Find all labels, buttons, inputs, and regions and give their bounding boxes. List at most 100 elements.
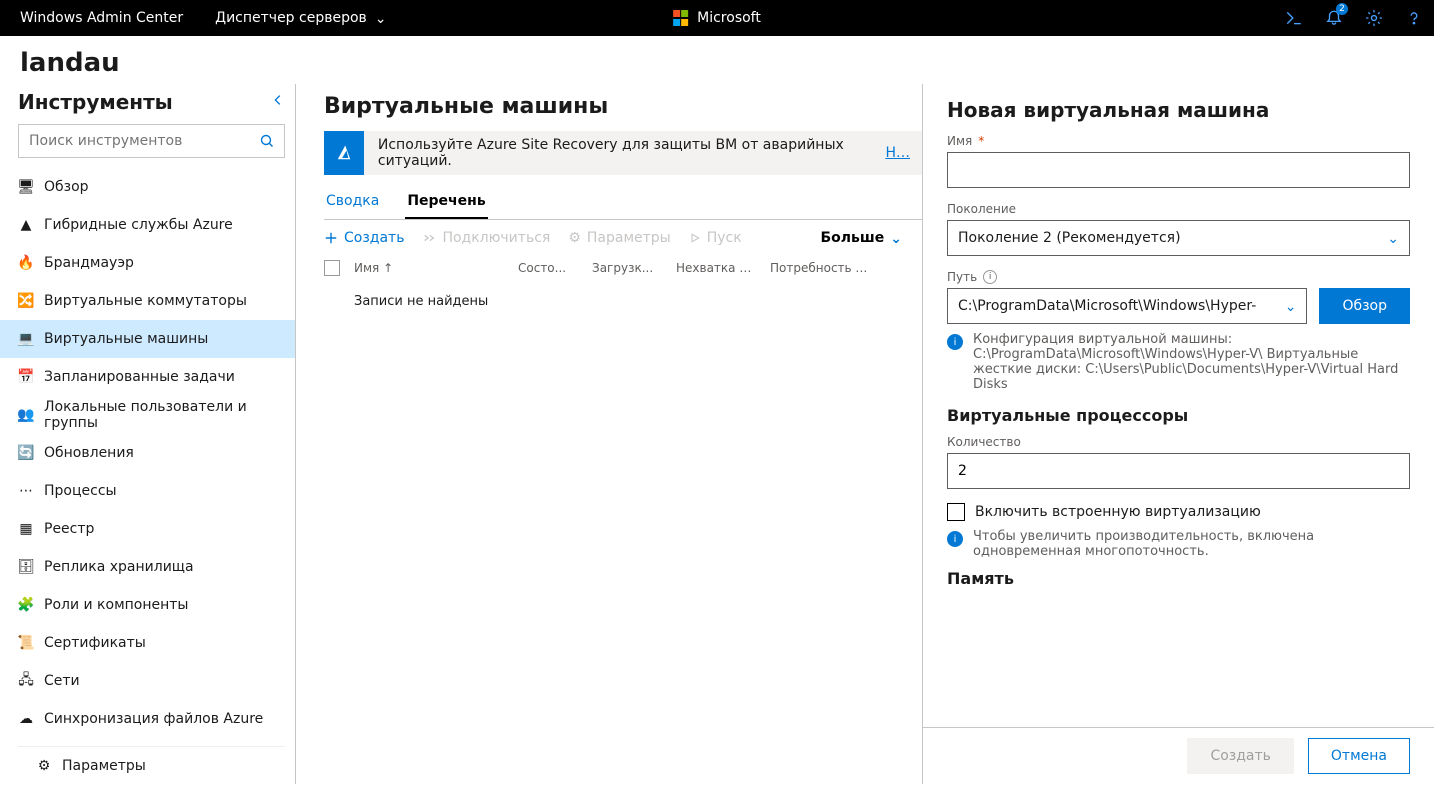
sidebar-item-label: Обновления [44, 445, 134, 461]
azure-icon [324, 131, 364, 175]
new-vm-panel: Новая виртуальная машина Имя* Поколение … [922, 84, 1434, 784]
page-title: Виртуальные машины [324, 84, 922, 131]
sidebar-item-icon: 🔄 [18, 445, 34, 461]
nested-virt-row[interactable]: Включить встроенную виртуализацию [947, 503, 1410, 521]
info-icon: i [947, 531, 963, 547]
sidebar-item[interactable]: 🗄Реплика хранилища [0, 548, 295, 586]
generation-select[interactable]: Поколение 2 (Рекомендуется) ⌄ [947, 220, 1410, 256]
path-info-text: Конфигурация виртуальной машины: C:\Prog… [973, 332, 1410, 392]
notif-badge: 2 [1336, 3, 1348, 15]
sidebar-item-icon: 💻 [18, 331, 34, 347]
topbar-right: 2 [1274, 0, 1434, 36]
gear-icon: ⚙ [36, 758, 52, 774]
sidebar-item[interactable]: ☁Синхронизация файлов Azure [0, 700, 295, 738]
create-button[interactable]: Создать [324, 230, 404, 246]
sidebar-item[interactable]: 🔥Брандмауэр [0, 244, 295, 282]
browse-button[interactable]: Обзор [1319, 288, 1410, 324]
nested-virt-label: Включить встроенную виртуализацию [975, 504, 1261, 520]
col-load[interactable]: Загрузк... [592, 261, 662, 275]
col-name[interactable]: Имя ↑ [354, 261, 504, 275]
sidebar-item[interactable]: 👥 Локальные пользователи и группы [0, 396, 295, 434]
table-header: Имя ↑ Состо... Загрузк... Нехватка па...… [324, 256, 922, 282]
chevron-down-icon: ⌄ [375, 11, 387, 27]
count-input[interactable] [947, 453, 1410, 489]
sidebar-search-input[interactable] [19, 133, 250, 149]
sidebar-item-label: Сети [44, 673, 80, 689]
settings-icon[interactable] [1354, 0, 1394, 36]
connect-button: Подключиться [422, 230, 550, 246]
ms-logo: Microsoft [673, 10, 761, 26]
sidebar-item-label: Параметры [62, 758, 146, 774]
more-menu[interactable]: Больше ⌄ [821, 230, 903, 246]
sidebar-item-label: Гибридные службы Azure [44, 217, 233, 233]
context-switcher[interactable]: Диспетчер серверов ⌄ [203, 10, 398, 26]
main-content: Виртуальные машины Используйте Azure Sit… [296, 84, 922, 784]
sidebar-item-settings[interactable]: ⚙ Параметры [18, 746, 285, 784]
info-icon[interactable]: i [983, 270, 997, 284]
start-button: Пуск [689, 230, 742, 246]
nested-virt-checkbox[interactable] [947, 503, 965, 521]
tabs: Сводка Перечень [324, 185, 922, 220]
sidebar-item[interactable]: 🧩Роли и компоненты [0, 586, 295, 624]
sidebar-item[interactable]: 💻Виртуальные машины [0, 320, 295, 358]
sidebar-item-label: Локальные пользователи и группы [44, 399, 281, 431]
host-title: landau [0, 36, 1434, 84]
col-state[interactable]: Состо... [518, 261, 578, 275]
sidebar-item-label: Сертификаты [44, 635, 146, 651]
help-icon[interactable] [1394, 0, 1434, 36]
panel-title: Новая виртуальная машина [947, 98, 1410, 122]
sidebar-item-label: Виртуальные коммутаторы [44, 293, 247, 309]
collapse-sidebar-icon[interactable] [271, 93, 285, 111]
cloudshell-icon[interactable] [1274, 0, 1314, 36]
select-all-checkbox[interactable] [324, 260, 340, 276]
name-label: Имя* [947, 134, 1410, 148]
sidebar-item-icon: 📅 [18, 369, 34, 385]
banner-link[interactable]: Н… [885, 145, 910, 161]
sort-asc-icon: ↑ [383, 261, 393, 275]
sidebar-item[interactable]: 📜Сертификаты [0, 624, 295, 662]
ms-logo-label: Microsoft [697, 10, 761, 26]
chevron-down-icon: ⌄ [1387, 231, 1399, 247]
sidebar-item-label: Запланированные задачи [44, 369, 235, 385]
notifications-icon[interactable]: 2 [1314, 0, 1354, 36]
search-icon[interactable] [250, 133, 284, 149]
gear-icon: ⚙ [568, 230, 581, 246]
sidebar-list: 🖥 Обзор ▲ Гибридные службы Azure 🔥Брандмауэр… [0, 168, 295, 746]
sidebar-item-icon: 🗄 [18, 559, 34, 575]
sidebar-item-icon: 🔥 [18, 255, 34, 271]
main: Виртуальные машины Используйте Azure Sit… [296, 84, 1434, 784]
azure-banner: Используйте Azure Site Recovery для защи… [324, 131, 922, 175]
count-label: Количество [947, 435, 1410, 449]
sidebar-item-icon: 🖧 [18, 673, 34, 689]
smt-info-text: Чтобы увеличить производительность, вклю… [973, 529, 1410, 559]
sidebar-item-icon: 👥 [18, 407, 34, 423]
panel-footer: Создать Отмена [923, 727, 1434, 784]
sidebar-item[interactable]: 🔀Виртуальные коммутаторы [0, 282, 295, 320]
sidebar-item-label: Роли и компоненты [44, 597, 188, 613]
path-select[interactable]: C:\ProgramData\Microsoft\Windows\Hyper- … [947, 288, 1307, 324]
col-mem[interactable]: Нехватка па... [676, 261, 756, 275]
brand-label[interactable]: Windows Admin Center [0, 10, 203, 26]
sidebar-item[interactable]: 🔄 Обновления [0, 434, 295, 472]
sidebar-item-icon: ▲ [18, 217, 34, 233]
sidebar-search[interactable] [18, 124, 285, 158]
tab-inventory[interactable]: Перечень [405, 185, 487, 219]
sidebar-item-label: Реестр [44, 521, 94, 537]
banner-text: Используйте Azure Site Recovery для защи… [378, 137, 872, 169]
sidebar-item-label: Процессы [44, 483, 117, 499]
tab-summary[interactable]: Сводка [324, 185, 381, 219]
no-data-message: Записи не найдены [324, 282, 922, 309]
sidebar-item[interactable]: 🖥 Обзор [0, 168, 295, 206]
name-input[interactable] [947, 152, 1410, 188]
col-need[interactable]: Потребность в па... [770, 261, 870, 275]
sidebar-item[interactable]: 📅 Запланированные задачи [0, 358, 295, 396]
cancel-button[interactable]: Отмена [1308, 738, 1410, 774]
sidebar-item[interactable]: ⋯Процессы [0, 472, 295, 510]
sidebar-item[interactable]: ▦Реестр [0, 510, 295, 548]
topbar: Windows Admin Center Диспетчер серверов … [0, 0, 1434, 36]
sidebar-item-label: Обзор [44, 179, 89, 195]
sidebar-item[interactable]: ▲ Гибридные службы Azure [0, 206, 295, 244]
sidebar-item-icon: 🖥 [18, 179, 34, 195]
sidebar-item[interactable]: 🖧 Сети [0, 662, 295, 700]
info-icon: i [947, 334, 963, 350]
